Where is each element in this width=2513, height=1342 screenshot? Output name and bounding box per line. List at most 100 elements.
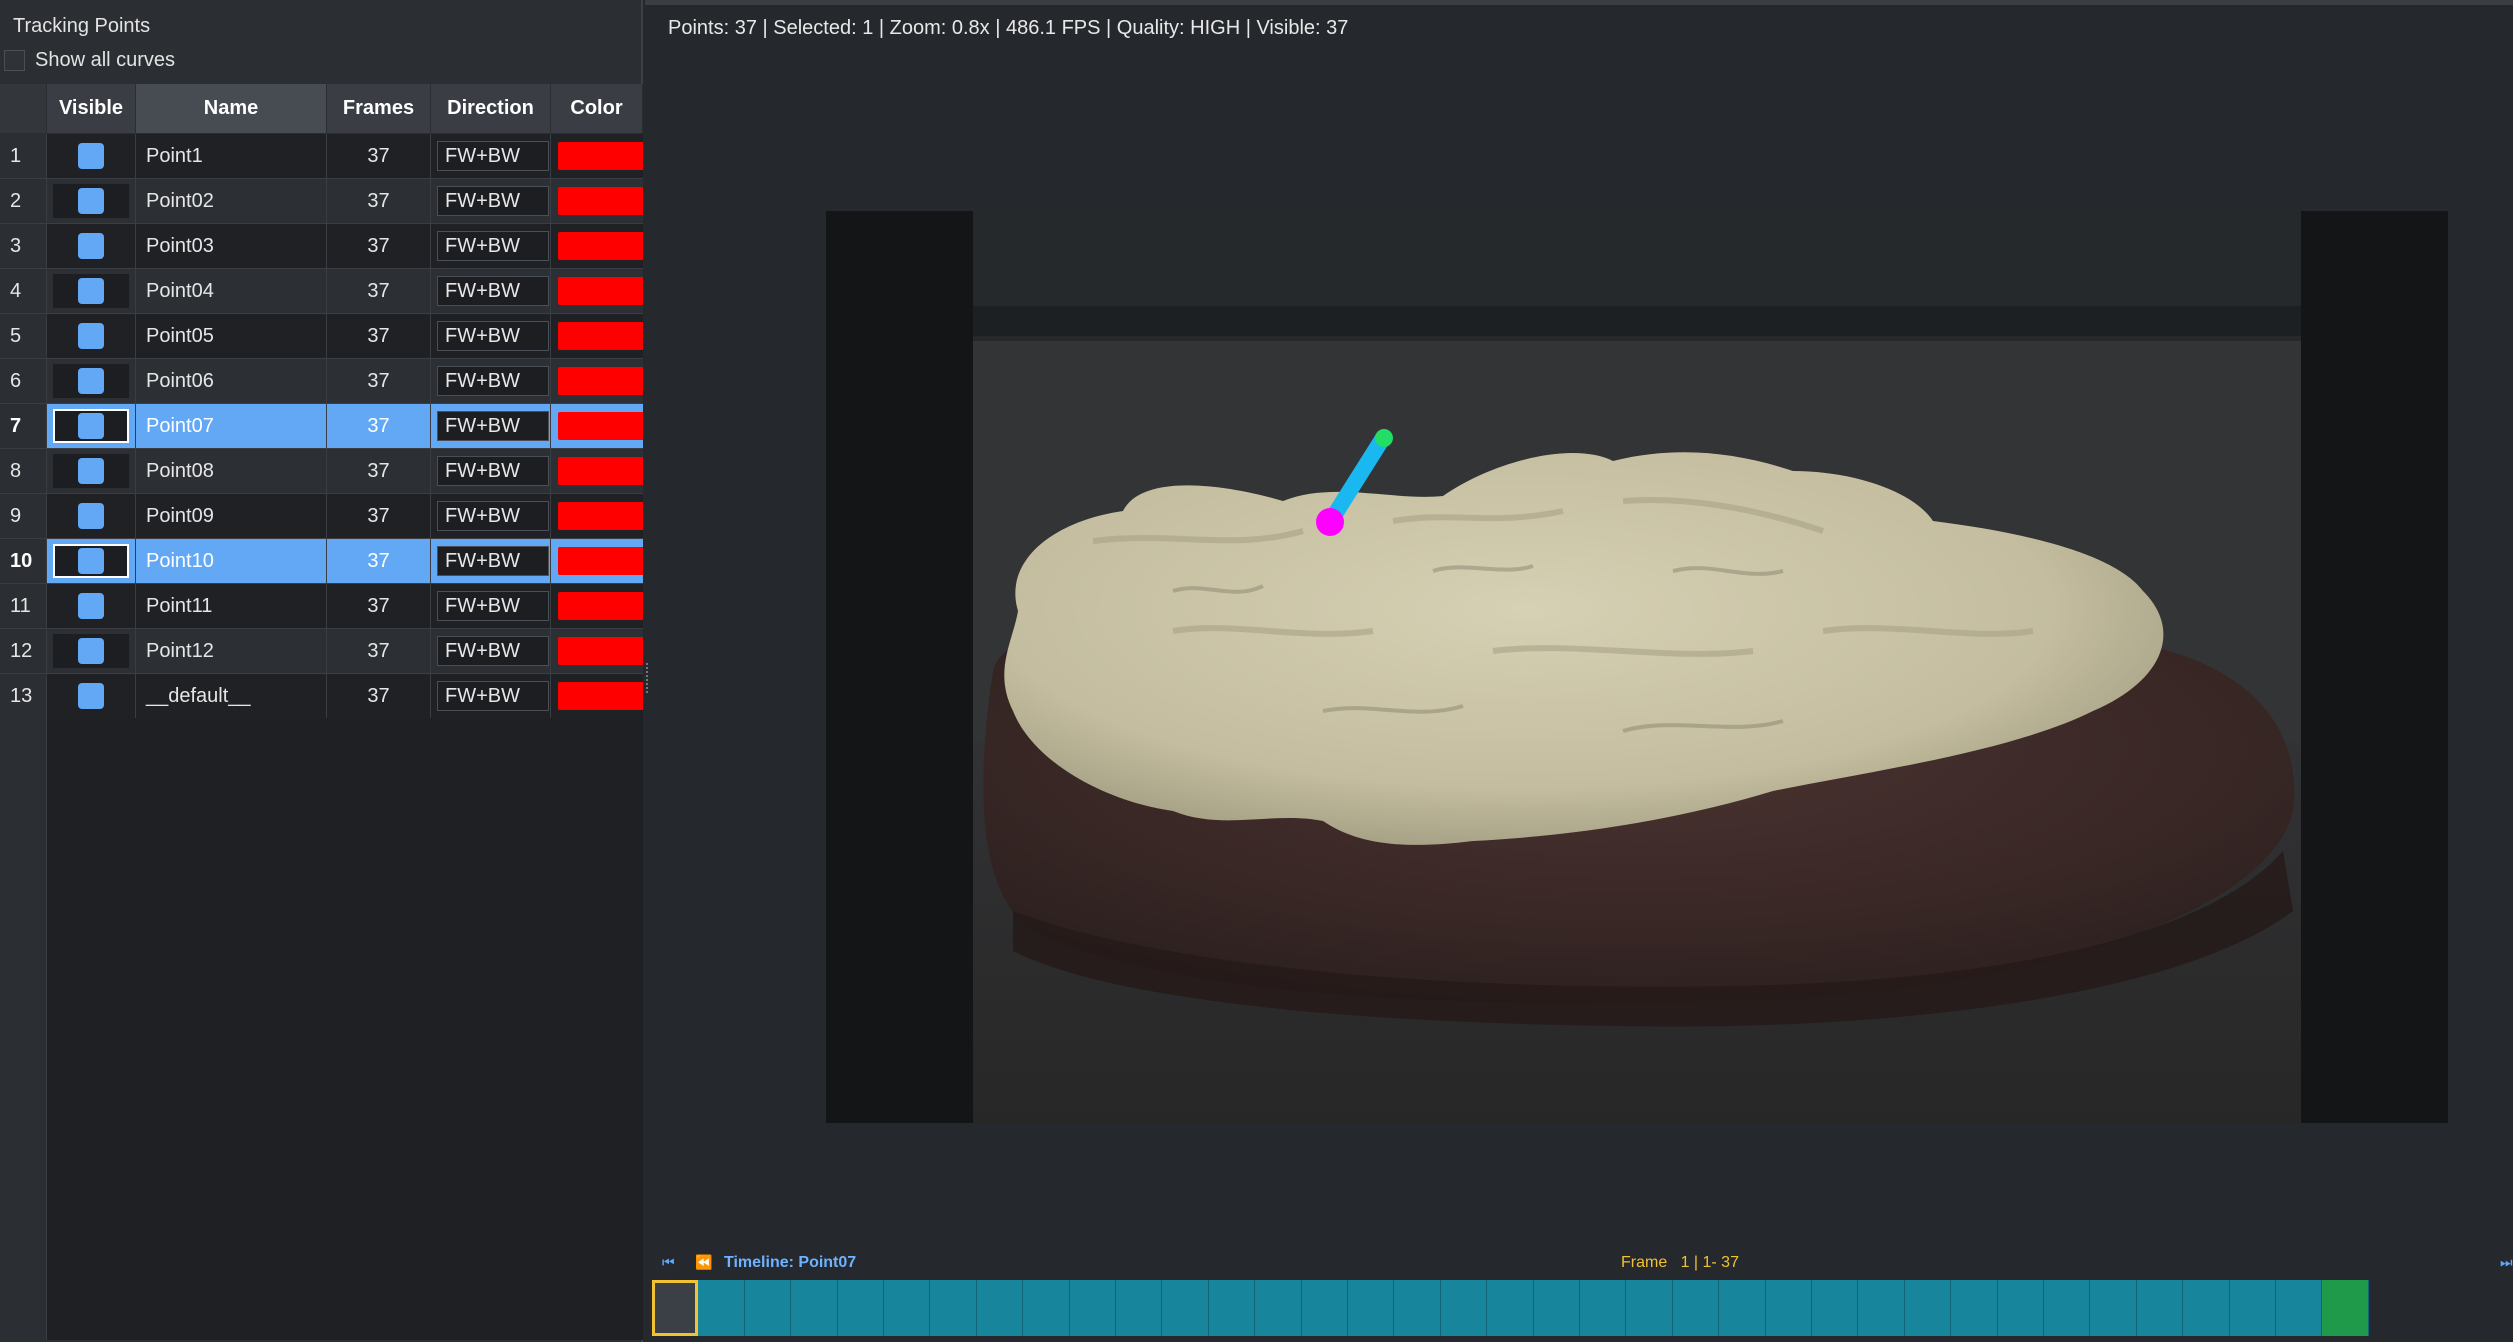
direction-cell[interactable]: FW+BW bbox=[431, 404, 551, 449]
direction-cell[interactable]: FW+BW bbox=[431, 449, 551, 494]
point-name[interactable]: Point08 bbox=[136, 449, 327, 494]
direction-select[interactable]: FW+BW bbox=[437, 141, 549, 171]
visible-checkbox[interactable] bbox=[78, 593, 104, 619]
show-all-curves-toggle[interactable]: Show all curves bbox=[4, 47, 175, 73]
table-row[interactable]: 2 Point02 37 FW+BW bbox=[0, 179, 643, 224]
direction-cell[interactable]: FW+BW bbox=[431, 629, 551, 674]
color-swatch[interactable] bbox=[558, 682, 643, 710]
timeline-frame[interactable] bbox=[1672, 1280, 1720, 1336]
header-color[interactable]: Color bbox=[551, 84, 643, 134]
timeline-frame[interactable] bbox=[976, 1280, 1024, 1336]
timeline-frame[interactable] bbox=[1765, 1280, 1812, 1336]
timeline-frame[interactable] bbox=[1440, 1280, 1488, 1336]
color-swatch[interactable] bbox=[558, 502, 643, 530]
row-number[interactable]: 2 bbox=[0, 179, 47, 224]
timeline-frame[interactable] bbox=[1301, 1280, 1348, 1336]
direction-select[interactable]: FW+BW bbox=[437, 546, 549, 576]
color-swatch[interactable] bbox=[558, 457, 643, 485]
timeline-frame[interactable] bbox=[2276, 1280, 2323, 1336]
visible-toggle[interactable] bbox=[53, 274, 129, 308]
point-name[interactable]: Point03 bbox=[136, 224, 327, 269]
table-row[interactable]: 7 Point07 37 FW+BW bbox=[0, 404, 643, 449]
table-row[interactable]: 1 Point1 37 FW+BW bbox=[0, 134, 643, 179]
point-name[interactable]: Point10 bbox=[136, 539, 327, 584]
timeline-frames-strip[interactable] bbox=[652, 1280, 2512, 1336]
show-all-curves-checkbox[interactable] bbox=[4, 49, 25, 71]
visible-toggle[interactable] bbox=[53, 139, 129, 173]
direction-select[interactable]: FW+BW bbox=[437, 231, 549, 261]
timeline-frame[interactable] bbox=[744, 1280, 792, 1336]
color-swatch[interactable] bbox=[558, 592, 643, 620]
visible-cell[interactable] bbox=[47, 629, 136, 674]
color-cell[interactable] bbox=[551, 179, 643, 224]
visible-toggle[interactable] bbox=[53, 544, 129, 578]
visible-toggle[interactable] bbox=[53, 679, 129, 713]
visible-checkbox[interactable] bbox=[78, 143, 104, 169]
timeline-frame[interactable] bbox=[1487, 1280, 1534, 1336]
point-name[interactable]: Point09 bbox=[136, 494, 327, 539]
direction-cell[interactable]: FW+BW bbox=[431, 674, 551, 719]
point-name[interactable]: Point12 bbox=[136, 629, 327, 674]
point-name[interactable]: __default__ bbox=[136, 674, 327, 719]
visible-cell[interactable] bbox=[47, 179, 136, 224]
direction-select[interactable]: FW+BW bbox=[437, 456, 549, 486]
video-viewer[interactable] bbox=[826, 211, 2448, 1123]
row-number[interactable]: 11 bbox=[0, 584, 47, 629]
color-swatch[interactable] bbox=[558, 547, 643, 575]
direction-cell[interactable]: FW+BW bbox=[431, 494, 551, 539]
timeline-frame[interactable] bbox=[1951, 1280, 1998, 1336]
row-number[interactable]: 7 bbox=[0, 404, 47, 449]
table-row[interactable]: 6 Point06 37 FW+BW bbox=[0, 359, 643, 404]
direction-cell[interactable]: FW+BW bbox=[431, 134, 551, 179]
direction-cell[interactable]: FW+BW bbox=[431, 224, 551, 269]
visible-checkbox[interactable] bbox=[78, 638, 104, 664]
color-cell[interactable] bbox=[551, 404, 643, 449]
header-direction[interactable]: Direction bbox=[431, 84, 551, 134]
timeline-frame[interactable] bbox=[2229, 1280, 2276, 1336]
visible-cell[interactable] bbox=[47, 224, 136, 269]
timeline-frame[interactable] bbox=[1719, 1280, 1766, 1336]
table-row[interactable]: 10 Point10 37 FW+BW bbox=[0, 539, 643, 584]
point-name[interactable]: Point07 bbox=[136, 404, 327, 449]
header-name[interactable]: Name bbox=[136, 84, 327, 134]
row-number[interactable]: 4 bbox=[0, 269, 47, 314]
direction-select[interactable]: FW+BW bbox=[437, 366, 549, 396]
row-number[interactable]: 13 bbox=[0, 674, 47, 719]
timeline-frame[interactable] bbox=[1162, 1280, 1209, 1336]
visible-checkbox[interactable] bbox=[78, 188, 104, 214]
row-number[interactable]: 5 bbox=[0, 314, 47, 359]
visible-toggle[interactable] bbox=[53, 184, 129, 218]
timeline-frame[interactable] bbox=[791, 1280, 838, 1336]
color-swatch[interactable] bbox=[558, 637, 643, 665]
step-back-icon[interactable]: ⏪ bbox=[695, 1254, 712, 1271]
color-swatch[interactable] bbox=[558, 232, 643, 260]
jump-to-end-icon[interactable]: ⏭ bbox=[2500, 1254, 2513, 1271]
color-swatch[interactable] bbox=[558, 367, 643, 395]
row-number[interactable]: 8 bbox=[0, 449, 47, 494]
row-number[interactable]: 10 bbox=[0, 539, 47, 584]
visible-toggle[interactable] bbox=[53, 634, 129, 668]
visible-toggle[interactable] bbox=[53, 589, 129, 623]
color-swatch[interactable] bbox=[558, 277, 643, 305]
visible-checkbox[interactable] bbox=[78, 368, 104, 394]
color-cell[interactable] bbox=[551, 134, 643, 179]
timeline-frame[interactable] bbox=[1626, 1280, 1673, 1336]
table-row[interactable]: 11 Point11 37 FW+BW bbox=[0, 584, 643, 629]
timeline-frame[interactable] bbox=[1904, 1280, 1952, 1336]
color-swatch[interactable] bbox=[558, 412, 643, 440]
visible-toggle[interactable] bbox=[53, 319, 129, 353]
header-frames[interactable]: Frames bbox=[327, 84, 431, 134]
visible-checkbox[interactable] bbox=[78, 413, 104, 439]
direction-cell[interactable]: FW+BW bbox=[431, 314, 551, 359]
visible-cell[interactable] bbox=[47, 359, 136, 404]
timeline-frame[interactable] bbox=[652, 1280, 699, 1336]
table-row[interactable]: 12 Point12 37 FW+BW bbox=[0, 629, 643, 674]
color-cell[interactable] bbox=[551, 629, 643, 674]
color-cell[interactable] bbox=[551, 314, 643, 359]
visible-cell[interactable] bbox=[47, 674, 136, 719]
color-cell[interactable] bbox=[551, 494, 643, 539]
timeline-frame[interactable] bbox=[1997, 1280, 2044, 1336]
visible-toggle[interactable] bbox=[53, 409, 129, 443]
timeline-frame[interactable] bbox=[930, 1280, 977, 1336]
color-cell[interactable] bbox=[551, 224, 643, 269]
